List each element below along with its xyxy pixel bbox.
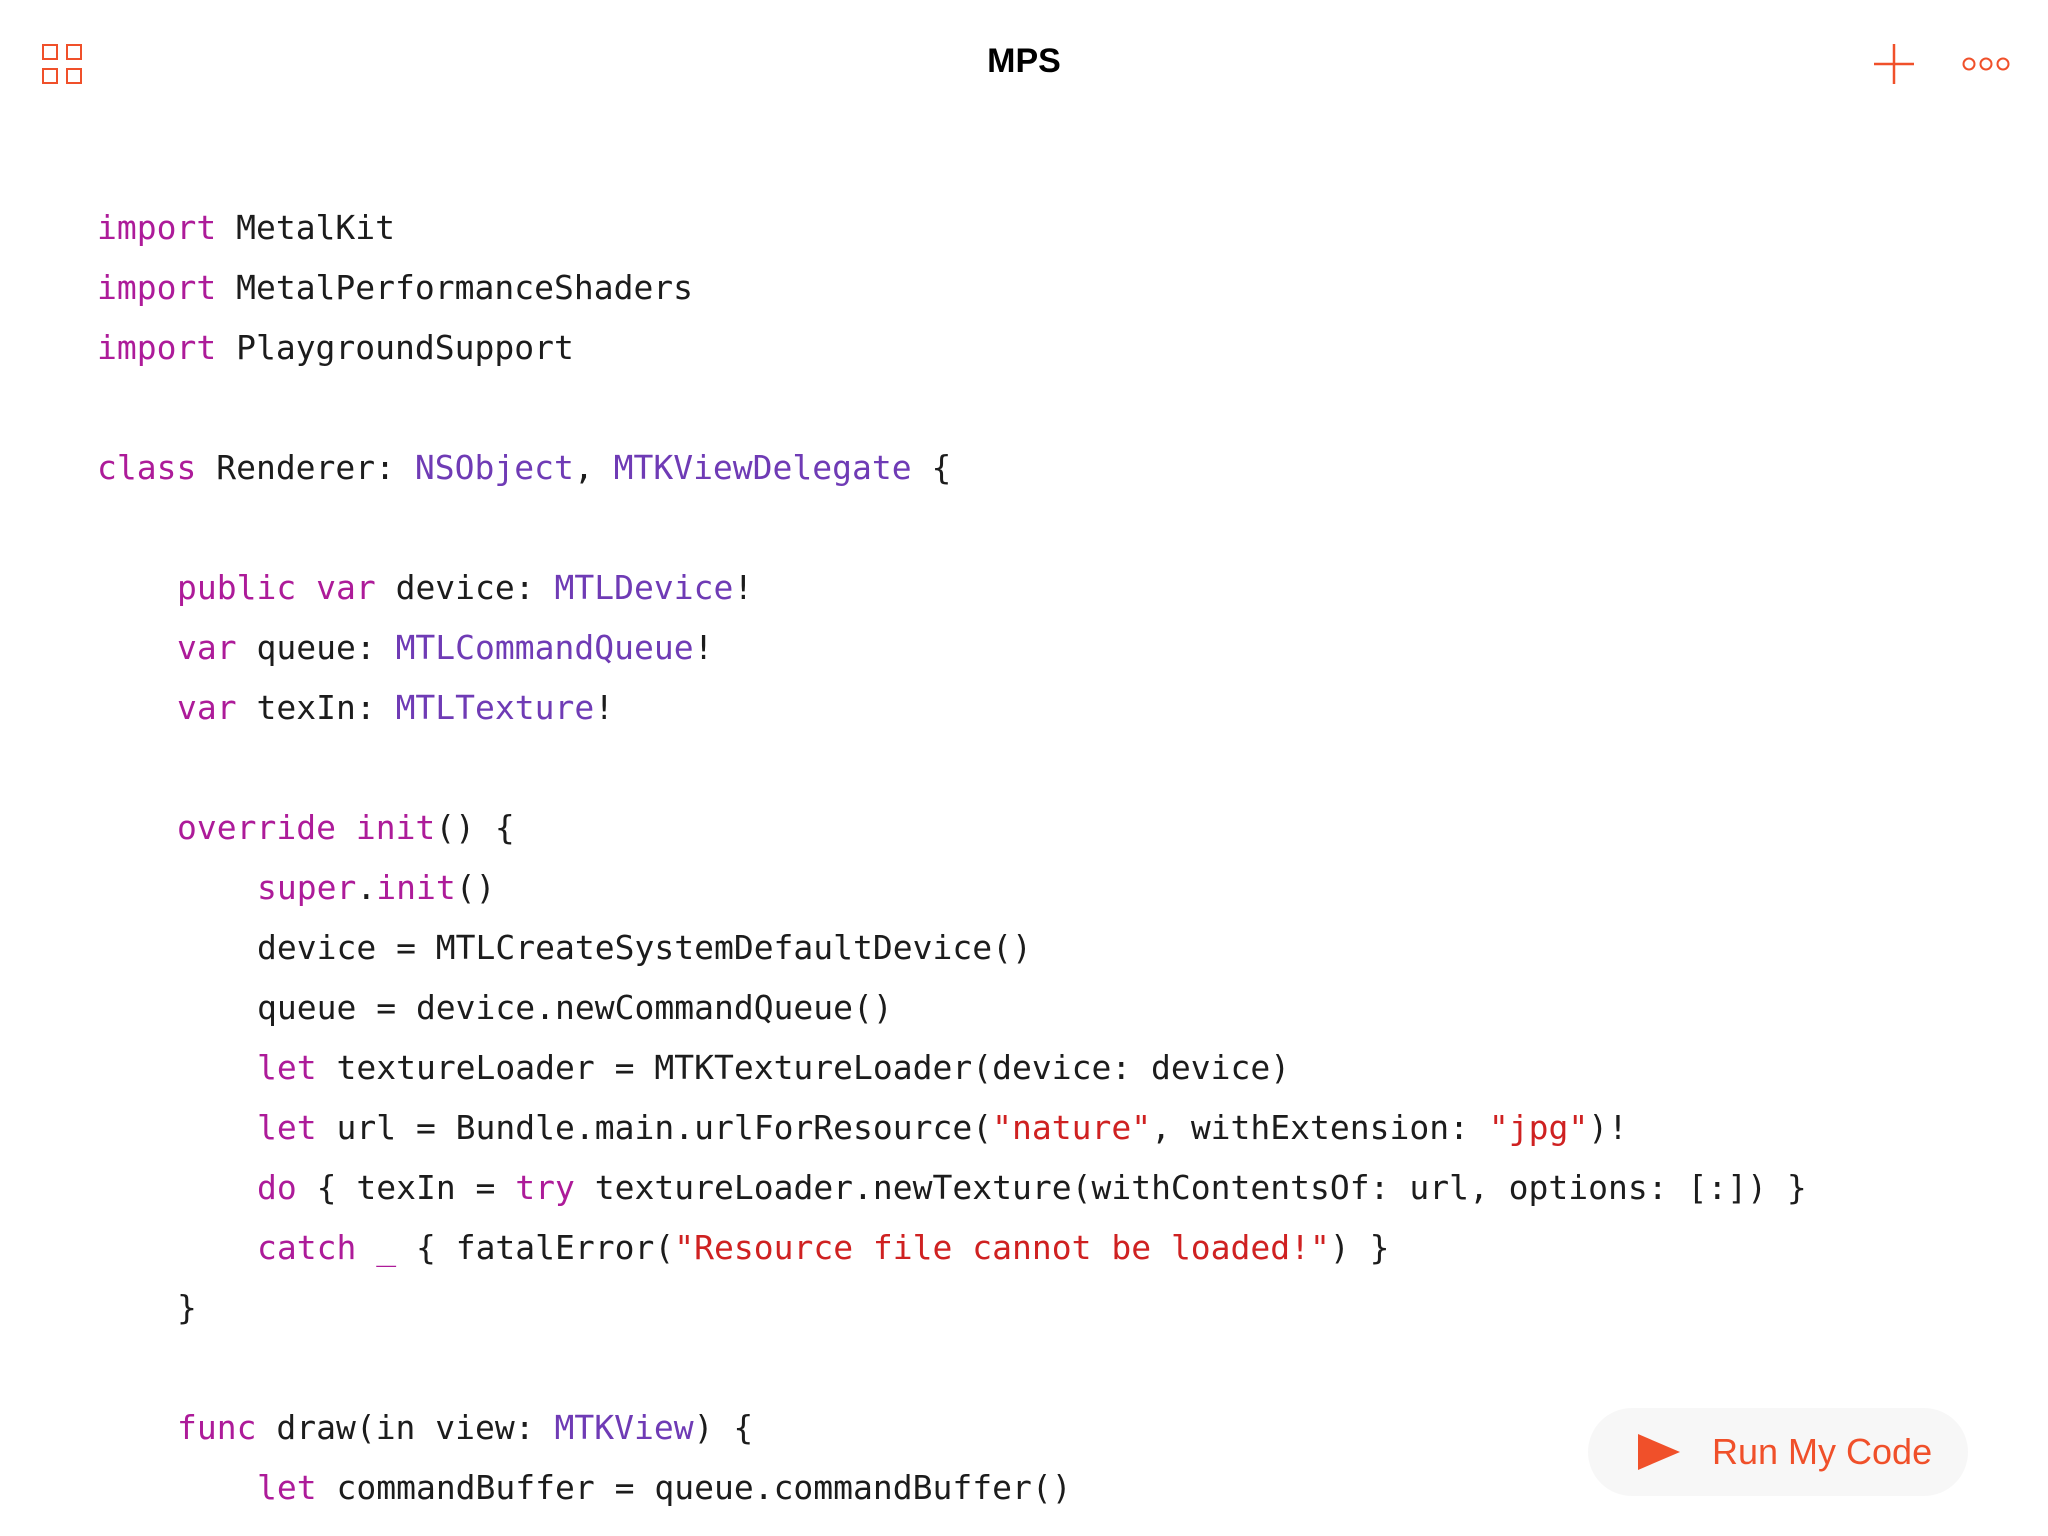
- code-token: ) {: [693, 1408, 754, 1447]
- code-token: NSObject: [414, 448, 574, 487]
- code-token: (): [455, 868, 496, 907]
- code-token: super: [257, 868, 357, 907]
- code-token: , withExtension:: [1151, 1108, 1489, 1147]
- code-line[interactable]: }: [97, 1278, 2017, 1338]
- code-token: commandBuffer = queue.commandBuffer(): [316, 1468, 1072, 1507]
- code-token: import: [97, 268, 217, 307]
- code-token: init: [355, 808, 436, 847]
- code-line[interactable]: import MetalPerformanceShaders: [97, 258, 2017, 318]
- code-token: "nature": [992, 1108, 1152, 1147]
- code-token: MTLDevice: [554, 568, 734, 607]
- run-my-code-button[interactable]: Run My Code: [1588, 1408, 1968, 1496]
- play-icon: [1636, 1432, 1682, 1472]
- code-token: _: [376, 1228, 397, 1267]
- page-title: MPS: [987, 42, 1061, 80]
- code-token: ) }: [1329, 1228, 1390, 1267]
- code-token: .: [356, 868, 377, 907]
- code-token: queue = device.newCommandQueue(): [257, 988, 893, 1027]
- code-token: {: [911, 448, 952, 487]
- code-token: catch: [257, 1228, 357, 1267]
- code-token: !: [733, 568, 754, 607]
- code-token: { fatalError(: [396, 1228, 675, 1267]
- code-token: let: [257, 1468, 317, 1507]
- code-token: queue:: [236, 628, 396, 667]
- code-line[interactable]: [97, 738, 2017, 798]
- code-line[interactable]: var texIn: MTLTexture!: [97, 678, 2017, 738]
- code-token: MetalKit: [216, 208, 396, 247]
- code-token: MTKView: [554, 1408, 694, 1447]
- code-token: () {: [435, 808, 515, 847]
- code-line[interactable]: var queue: MTLCommandQueue!: [97, 618, 2017, 678]
- code-token: try: [515, 1168, 575, 1207]
- code-token: device = MTLCreateSystemDefaultDevice(): [257, 928, 1032, 967]
- code-line[interactable]: import PlaygroundSupport: [97, 318, 2017, 378]
- code-token: texIn:: [236, 688, 396, 727]
- code-token: do: [257, 1168, 297, 1207]
- code-token: class: [97, 448, 197, 487]
- code-token: let: [257, 1048, 317, 1087]
- code-token: }: [177, 1288, 197, 1327]
- code-token: public: [177, 568, 297, 607]
- code-line[interactable]: device = MTLCreateSystemDefaultDevice(): [97, 918, 2017, 978]
- code-token: )!: [1588, 1108, 1628, 1147]
- code-token: var: [316, 568, 376, 607]
- code-line[interactable]: override init() {: [97, 798, 2017, 858]
- code-line[interactable]: catch _ { fatalError("Resource file cann…: [97, 1218, 2017, 1278]
- code-line[interactable]: queue = device.newCommandQueue(): [97, 978, 2017, 1038]
- code-token: override: [177, 808, 336, 847]
- code-token: init: [376, 868, 456, 907]
- code-token: !: [594, 688, 615, 727]
- code-token: MetalPerformanceShaders: [216, 268, 694, 307]
- code-token: MTLCommandQueue: [395, 628, 694, 667]
- code-line[interactable]: class Renderer: NSObject, MTKViewDelegat…: [97, 438, 2017, 498]
- plus-icon[interactable]: [1872, 42, 1916, 86]
- code-line[interactable]: public var device: MTLDevice!: [97, 558, 2017, 618]
- code-line[interactable]: let url = Bundle.main.urlForResource("na…: [97, 1098, 2017, 1158]
- code-line[interactable]: do { texIn = try textureLoader.newTextur…: [97, 1158, 2017, 1218]
- code-token: !: [693, 628, 714, 667]
- code-token: ,: [573, 448, 614, 487]
- code-token: Renderer:: [196, 448, 415, 487]
- code-line[interactable]: [97, 498, 2017, 558]
- code-line[interactable]: super.init(): [97, 858, 2017, 918]
- code-line[interactable]: [97, 378, 2017, 438]
- code-line[interactable]: let textureLoader = MTKTextureLoader(dev…: [97, 1038, 2017, 1098]
- code-token: func: [177, 1408, 257, 1447]
- code-token: let: [257, 1108, 317, 1147]
- code-token: var: [177, 688, 237, 727]
- run-my-code-label: Run My Code: [1712, 1431, 1933, 1472]
- code-token: "jpg": [1488, 1108, 1589, 1147]
- code-token: var: [177, 628, 237, 667]
- code-token: { texIn =: [296, 1168, 516, 1207]
- code-token: textureLoader.newTexture(withContentsOf:…: [574, 1168, 1807, 1207]
- code-token: import: [97, 208, 217, 247]
- code-token: MTLTexture: [395, 688, 595, 727]
- code-token: textureLoader = MTKTextureLoader(device:…: [316, 1048, 1291, 1087]
- code-editor[interactable]: import MetalKit import MetalPerformanceSh…: [97, 198, 2017, 1536]
- code-token: device:: [375, 568, 555, 607]
- code-token: url = Bundle.main.urlForResource(: [316, 1108, 993, 1147]
- code-token: PlaygroundSupport: [216, 328, 574, 367]
- code-token: MTKViewDelegate: [613, 448, 912, 487]
- navigation-bar: MPS: [0, 0, 2048, 130]
- code-token: "Resource file cannot be loaded!": [674, 1228, 1330, 1267]
- code-line[interactable]: import MetalKit: [97, 198, 2017, 258]
- more-icon[interactable]: [1962, 54, 2010, 74]
- code-line[interactable]: [97, 1338, 2017, 1398]
- code-token: draw(in view:: [256, 1408, 555, 1447]
- code-token: import: [97, 328, 217, 367]
